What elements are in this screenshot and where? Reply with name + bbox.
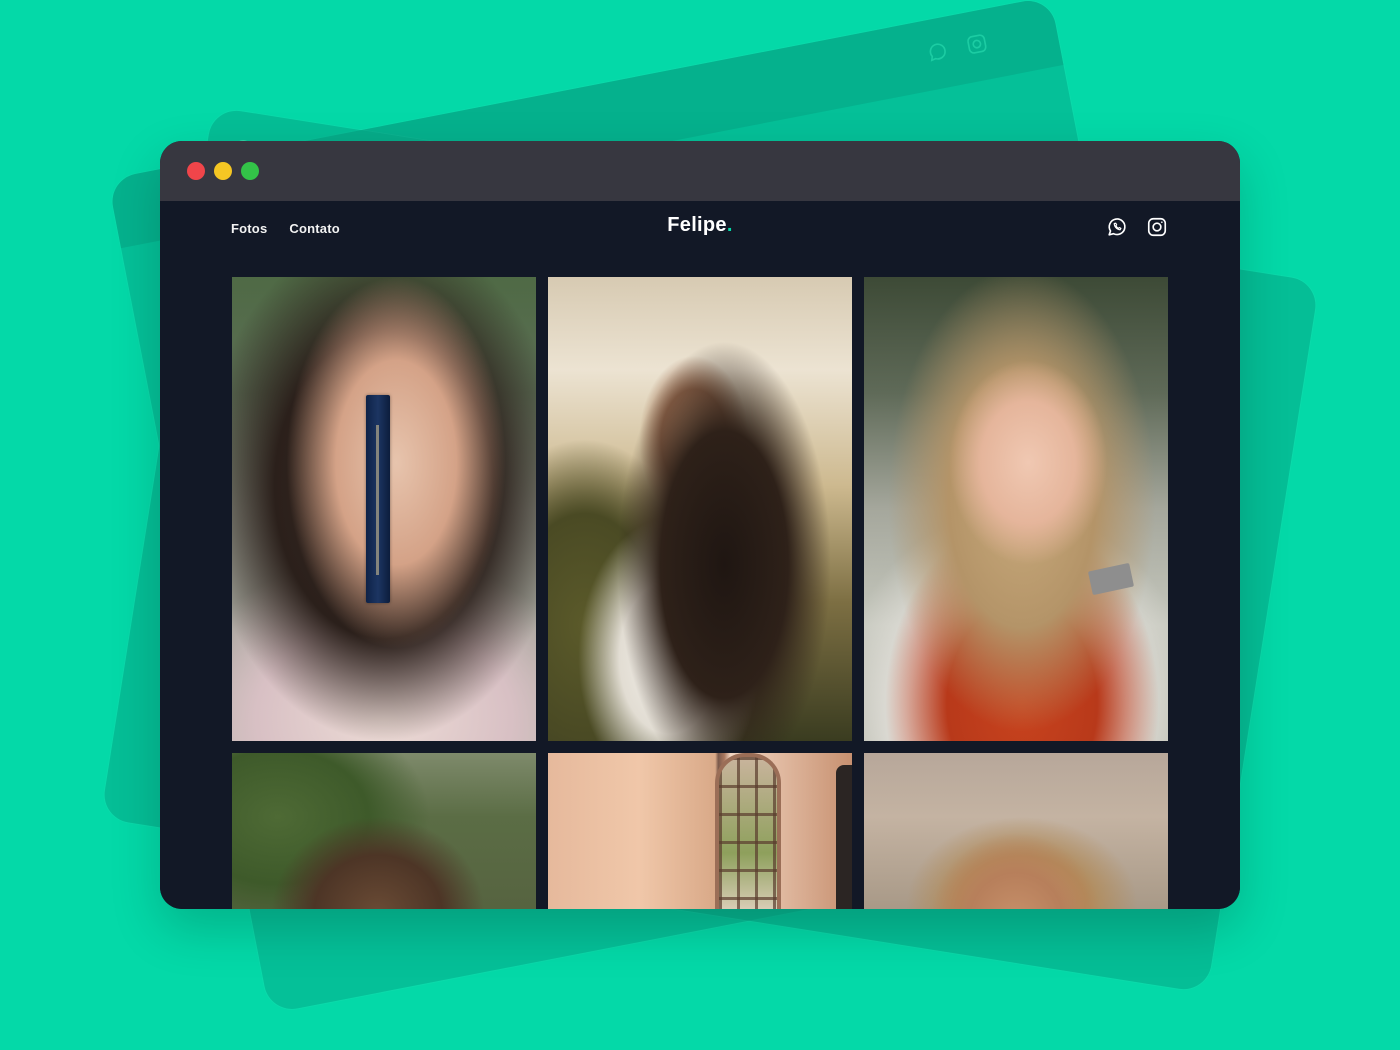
logo-dot: . [726,214,733,236]
whatsapp-link[interactable] [1106,216,1128,238]
site-logo[interactable]: Felipe. [160,214,1240,237]
dark-frame [836,765,852,909]
photo-woman-orange-vest[interactable] [864,277,1168,741]
browser-titlebar [160,141,1240,201]
instagram-icon [967,34,987,54]
logo-text: Felipe [667,214,727,236]
minimize-window-button[interactable] [214,162,232,180]
whatsapp-icon [929,43,946,62]
maximize-window-button[interactable] [241,162,259,180]
name-badge [1087,562,1135,596]
photo-woman-curly-hair[interactable] [864,753,1168,909]
arched-window [715,753,781,909]
whatsapp-icon [1108,218,1126,236]
instagram-link[interactable] [1146,216,1168,238]
instagram-icon [1147,217,1167,237]
photo-woman-book[interactable] [232,277,536,741]
book [366,395,390,603]
photo-gallery [232,277,1168,909]
close-window-button[interactable] [187,162,205,180]
browser-window: Fotos Contato Felipe. [160,141,1240,909]
photo-couple-sunset[interactable] [548,277,852,741]
photo-woman-blurred[interactable] [232,753,536,909]
website: Fotos Contato Felipe. [160,201,1240,909]
photo-room-window[interactable] [548,753,852,909]
social-links [1106,216,1168,238]
